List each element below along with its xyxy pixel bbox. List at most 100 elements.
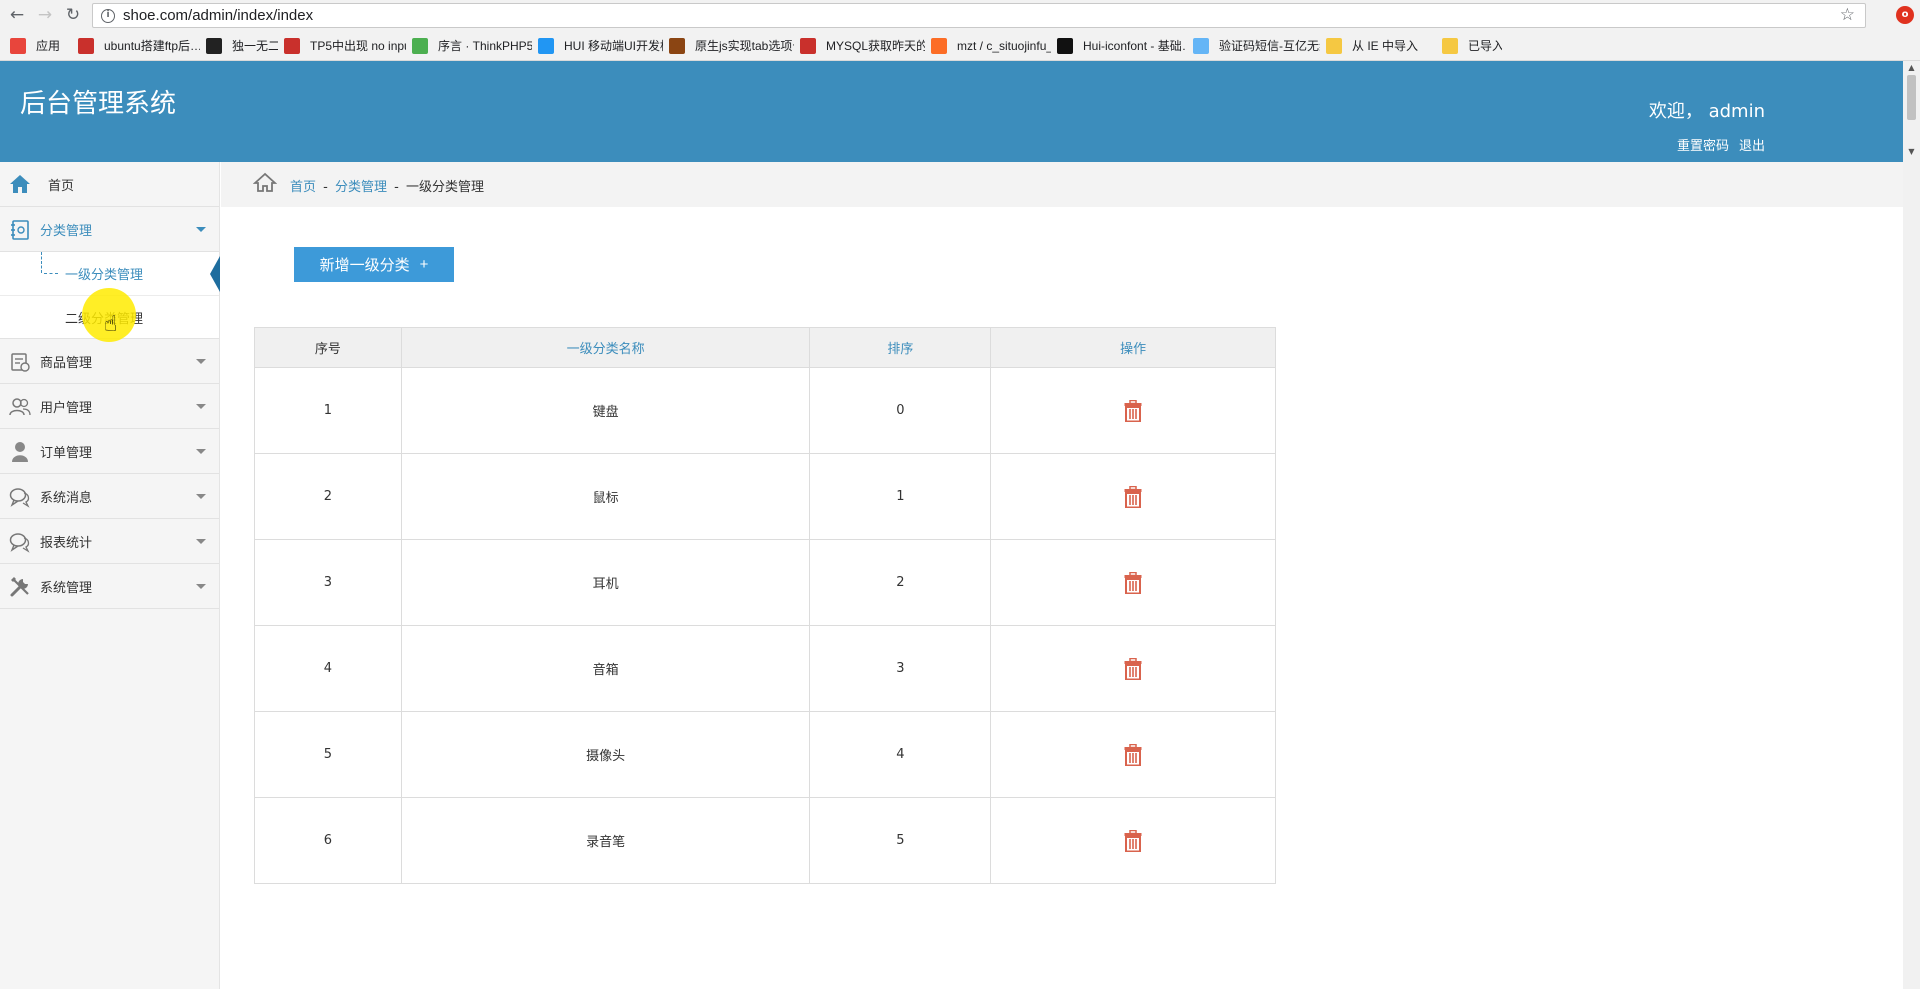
column-header-sort: 排序: [809, 327, 992, 368]
extension-icon[interactable]: o: [1896, 6, 1914, 24]
table-row: 1 键盘 0: [254, 367, 1276, 454]
bookmark-item[interactable]: 独一无二: [206, 31, 278, 61]
chevron-down-icon: [196, 494, 206, 499]
cell-no: 2: [254, 453, 402, 540]
trash-icon[interactable]: [1124, 743, 1142, 766]
reset-password-link[interactable]: 重置密码: [1677, 135, 1729, 154]
bookmark-item[interactable]: mzt / c_situojinfu_…: [931, 31, 1051, 61]
bookmark-label: HUI 移动端UI开发框…: [564, 39, 663, 53]
scroll-up-arrow-icon[interactable]: ▲: [1903, 61, 1920, 75]
sidebar-item-reports[interactable]: 报表统计: [0, 519, 219, 564]
gitlab-icon: [931, 37, 947, 54]
bookmark-label: Hui-iconfont - 基础…: [1083, 39, 1187, 53]
table-header-row: 序号 一级分类名称 排序 操作: [254, 327, 1276, 368]
add-category-button[interactable]: 新增一级分类 +: [294, 247, 454, 282]
bookmark-item[interactable]: HUI 移动端UI开发框…: [538, 31, 663, 61]
breadcrumb-home-link[interactable]: 首页: [290, 180, 316, 195]
welcome-text: 欢迎， admin: [1648, 101, 1765, 122]
cell-sort: 1: [809, 453, 992, 540]
category-table: 序号 一级分类名称 排序 操作 1 键盘 0 2 鼠标 1 3 耳机 2 4 音箱 3 5 摄像头 4 6 录音…: [254, 327, 1276, 884]
chevron-down-icon: [196, 359, 206, 364]
trash-icon[interactable]: [1124, 829, 1142, 852]
cell-no: 6: [254, 797, 402, 884]
breadcrumb-category-link[interactable]: 分类管理: [335, 180, 387, 195]
bookmark-label: 序言 · ThinkPHP5.0: [438, 39, 532, 53]
sidebar-item-label: 首页: [48, 178, 75, 194]
cell-no: 5: [254, 711, 402, 798]
forward-arrow-icon[interactable]: →: [32, 2, 58, 28]
sidebar-item-label: 系统消息: [40, 490, 93, 506]
bookmark-item[interactable]: 验证码短信-互亿无线…: [1193, 31, 1320, 61]
cell-sort: 0: [809, 367, 992, 454]
sms-icon: [1193, 37, 1209, 54]
trash-icon[interactable]: [1124, 657, 1142, 680]
folder-icon: [1326, 37, 1342, 54]
chevron-down-icon: [196, 584, 206, 589]
csdn-icon: [800, 37, 816, 54]
sidebar-item-messages[interactable]: 系统消息: [0, 474, 219, 519]
bookmark-item[interactable]: Hui-iconfont - 基础…: [1057, 31, 1187, 61]
sidebar-item-label: 商品管理: [40, 355, 93, 371]
sidebar: 首页 分类管理 一级分类管理 二级分类管理 商品管理 用户管理: [0, 162, 220, 989]
bookmark-item[interactable]: MYSQL获取昨天的0…: [800, 31, 925, 61]
sidebar-item-orders[interactable]: 订单管理: [0, 429, 219, 474]
tree-dash: [44, 273, 58, 274]
scroll-thumb[interactable]: [1907, 75, 1916, 120]
reload-icon[interactable]: ↻: [60, 2, 86, 28]
back-arrow-icon[interactable]: ←: [4, 2, 30, 28]
hui-icon: [538, 37, 554, 54]
bookmark-item[interactable]: TP5中出现 no input…: [284, 31, 406, 61]
bt-icon: [206, 37, 222, 54]
scroll-down-arrow-icon[interactable]: ▼: [1903, 145, 1920, 159]
bookmark-star-icon[interactable]: ☆: [1840, 5, 1855, 25]
bookmark-item[interactable]: 从 IE 中导入: [1326, 31, 1436, 61]
bookmark-item[interactable]: 应用: [10, 31, 72, 61]
cell-name: 键盘: [400, 367, 811, 454]
chevron-down-icon: [196, 404, 206, 409]
bookmark-label: 原生js实现tab选项卡…: [695, 39, 794, 53]
trash-icon[interactable]: [1124, 571, 1142, 594]
table-row: 6 录音笔 5: [254, 797, 1276, 884]
breadcrumb-separator: -: [323, 180, 328, 195]
trash-icon[interactable]: [1124, 485, 1142, 508]
browser-toolbar: ← → ↻ i shoe.com/admin/index/index ☆ o: [0, 0, 1920, 31]
bookmark-label: ubuntu搭建ftp后…: [104, 39, 200, 53]
bookmark-item[interactable]: 已导入: [1442, 31, 1502, 61]
bookmark-item[interactable]: ubuntu搭建ftp后…: [78, 31, 200, 61]
product-box-icon: [9, 351, 31, 373]
bookmark-label: 已导入: [1468, 39, 1502, 53]
cell-operation: [990, 539, 1276, 626]
sidebar-subitem-label: 一级分类管理: [65, 268, 144, 283]
address-bar[interactable]: i shoe.com/admin/index/index ☆: [92, 3, 1866, 28]
bookmark-label: 应用: [36, 39, 61, 53]
sidebar-item-home[interactable]: 首页: [0, 162, 219, 207]
cell-name: 耳机: [400, 539, 811, 626]
trash-icon[interactable]: [1124, 399, 1142, 422]
home-icon: [9, 174, 31, 196]
logout-link[interactable]: 退出: [1739, 135, 1765, 154]
bookmark-label: MYSQL获取昨天的0…: [826, 39, 925, 53]
page-scrollbar[interactable]: ▲ ▼: [1903, 61, 1920, 989]
cell-name: 音箱: [400, 625, 811, 712]
cell-operation: [990, 625, 1276, 712]
bookmark-item[interactable]: 序言 · ThinkPHP5.0: [412, 31, 532, 61]
sidebar-item-users[interactable]: 用户管理: [0, 384, 219, 429]
sidebar-item-system[interactable]: 系统管理: [0, 564, 219, 609]
sidebar-item-category[interactable]: 分类管理: [0, 207, 219, 252]
cell-name: 摄像头: [400, 711, 811, 798]
cell-no: 4: [254, 625, 402, 712]
cell-name: 鼠标: [400, 453, 811, 540]
column-header-no: 序号: [254, 327, 402, 368]
url-text[interactable]: shoe.com/admin/index/index: [123, 7, 313, 24]
bookmark-item[interactable]: 原生js实现tab选项卡…: [669, 31, 794, 61]
bookmark-label: TP5中出现 no input…: [310, 39, 406, 53]
info-icon[interactable]: i: [101, 8, 115, 23]
add-category-button-label: 新增一级分类: [319, 257, 410, 274]
tools-icon: [9, 576, 31, 598]
chevron-down-icon: [196, 449, 206, 454]
column-header-operation: 操作: [990, 327, 1276, 368]
table-row: 4 音箱 3: [254, 625, 1276, 712]
table-row: 2 鼠标 1: [254, 453, 1276, 540]
sidebar-item-products[interactable]: 商品管理: [0, 339, 219, 384]
bookmarks-bar: 应用 ubuntu搭建ftp后… 独一无二 TP5中出现 no input… 序言 · …: [0, 31, 1920, 61]
